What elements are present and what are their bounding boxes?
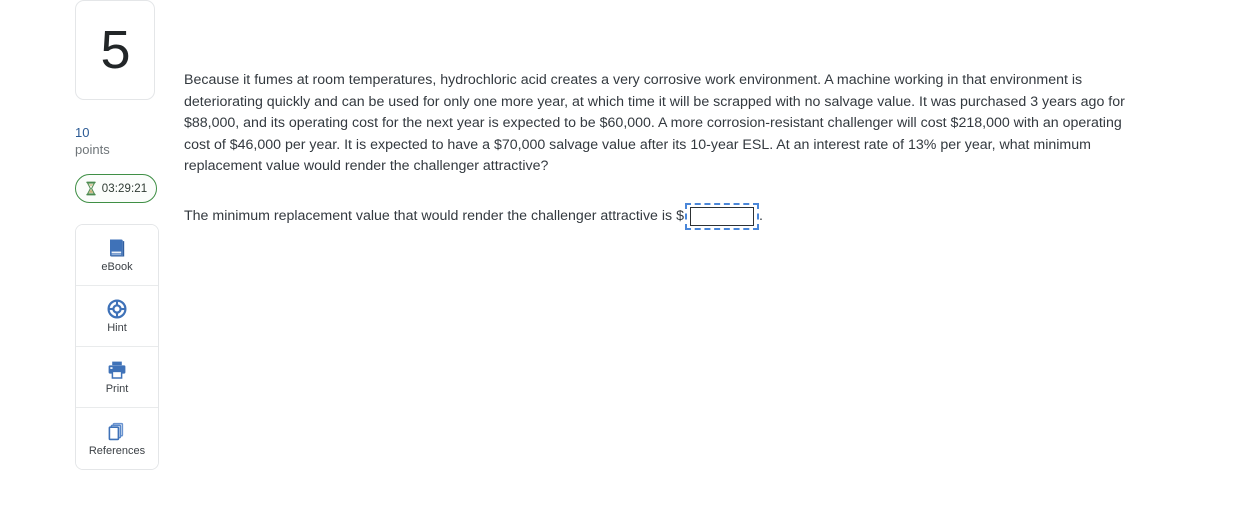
question-sidebar: 5 10 points 03:29:21 eBook Hint Print Re… [75,0,159,471]
points-block: 10 points [75,124,157,158]
life-ring-icon [107,299,127,319]
tool-button-stack: eBook Hint Print References [75,224,159,471]
hint-button[interactable]: Hint [76,286,158,348]
tool-label: References [88,444,146,457]
points-value: 10 [75,125,90,140]
printer-icon [108,361,126,380]
timer-badge: 03:29:21 [75,174,157,204]
ebook-button[interactable]: eBook [76,225,158,287]
hourglass-icon [86,181,96,196]
timer-value: 03:29:21 [101,182,148,195]
tool-label: Hint [107,322,127,335]
stacked-pages-icon [108,422,124,441]
question-content: Because it fumes at room temperatures, h… [184,70,1129,230]
question-number: 5 [100,20,130,80]
print-button[interactable]: Print [76,347,158,409]
answer-prompt-text: The minimum replacement value that would… [184,207,673,224]
tool-label: Print [105,383,129,396]
assignment-question-page: 5 10 points 03:29:21 eBook Hint Print Re… [0,0,1248,507]
answer-line: The minimum replacement value that would… [184,202,1129,230]
points-label: points [75,142,110,158]
answer-input-focus-ring [685,202,760,230]
tool-label: eBook [101,261,133,274]
references-button[interactable]: References [76,408,158,470]
book-icon [110,239,125,257]
currency-symbol: $ [676,207,685,224]
trailing-punctuation: . [759,207,763,224]
answer-input[interactable] [690,206,755,226]
question-number-card: 5 [75,0,155,100]
question-body-text: Because it fumes at room temperatures, h… [184,72,1125,175]
